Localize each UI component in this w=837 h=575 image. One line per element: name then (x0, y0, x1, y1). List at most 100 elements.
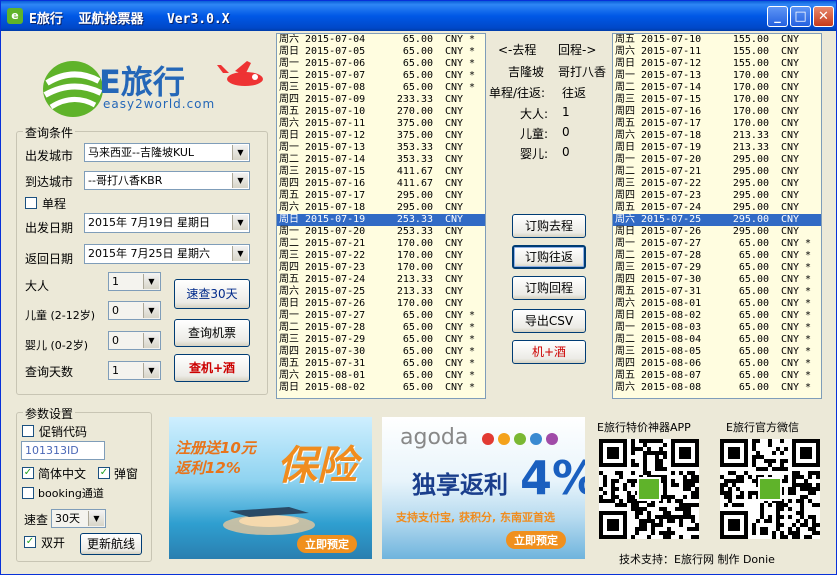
flight-row[interactable]: 周二 2015-07-07 65.00 CNY * (277, 70, 485, 82)
booking-channel-checkbox[interactable] (22, 487, 34, 499)
flight-row[interactable]: 周五 2015-07-24 295.00 CNY (613, 202, 821, 214)
flight-row[interactable]: 周六 2015-07-11 155.00 CNY (613, 46, 821, 58)
export-csv-button[interactable]: 导出CSV (512, 309, 586, 333)
chevron-down-icon[interactable]: ▼ (88, 511, 104, 526)
depart-date-picker[interactable]: 2015年 7月19日 星期日 ▼ (84, 213, 250, 233)
flight-row[interactable]: 周四 2015-07-16 170.00 CNY (613, 106, 821, 118)
insurance-book-now-button[interactable]: 立即预定 (297, 535, 357, 553)
flight-row[interactable]: 周一 2015-07-13 353.33 CNY (277, 142, 485, 154)
flight-row[interactable]: 周六 2015-07-11 375.00 CNY (277, 118, 485, 130)
flight-row[interactable]: 周日 2015-07-19 213.33 CNY (613, 142, 821, 154)
flight-row[interactable]: 周五 2015-07-10 155.00 CNY (613, 34, 821, 46)
flight-row[interactable]: 周三 2015-07-22 170.00 CNY (277, 250, 485, 262)
close-button[interactable]: ✕ (813, 6, 834, 27)
book-return-button[interactable]: 订购回程 (512, 276, 586, 300)
to-city-select[interactable]: --哥打八香KBR ▼ (84, 171, 250, 190)
calendar-dropdown-icon[interactable]: ▼ (232, 246, 248, 261)
flight-row[interactable]: 周日 2015-08-02 65.00 CNY * (277, 382, 485, 394)
agoda-book-now-button[interactable]: 立即预定 (506, 531, 566, 549)
chevron-down-icon[interactable]: ▼ (232, 145, 248, 160)
agoda-ad-banner[interactable]: agoda 独享返利 4% 支持支付宝, 获积分, 东南亚首选 立即预定 (382, 417, 585, 559)
flight-row[interactable]: 周三 2015-07-15 411.67 CNY (277, 166, 485, 178)
flight-row[interactable]: 周五 2015-07-31 65.00 CNY * (277, 358, 485, 370)
flight-row[interactable]: 周一 2015-07-27 65.00 CNY * (613, 238, 821, 250)
chevron-down-icon[interactable]: ▼ (232, 173, 248, 188)
flight-row[interactable]: 周一 2015-07-27 65.00 CNY * (277, 310, 485, 322)
flight-row[interactable]: 周五 2015-07-31 65.00 CNY * (613, 286, 821, 298)
return-date-picker[interactable]: 2015年 7月25日 星期六 ▼ (84, 244, 250, 264)
chevron-down-icon[interactable]: ▼ (143, 303, 159, 318)
inbound-flight-list[interactable]: 周五 2015-07-10 155.00 CNY 周六 2015-07-11 155.00 C… (612, 33, 822, 399)
flight-row[interactable]: 周二 2015-07-28 65.00 CNY * (613, 250, 821, 262)
flight-row[interactable]: 周二 2015-07-21 170.00 CNY (277, 238, 485, 250)
flight-row[interactable]: 周六 2015-08-01 65.00 CNY * (277, 370, 485, 382)
flight-row[interactable]: 周六 2015-07-25 213.33 CNY (277, 286, 485, 298)
flight-row[interactable]: 周日 2015-07-12 375.00 CNY (277, 130, 485, 142)
flight-row[interactable]: 周四 2015-07-30 65.00 CNY * (277, 346, 485, 358)
flight-row[interactable]: 周二 2015-07-21 295.00 CNY (613, 166, 821, 178)
flight-row[interactable]: 周五 2015-07-10 270.00 CNY (277, 106, 485, 118)
flight-row[interactable]: 周三 2015-07-29 65.00 CNY * (613, 262, 821, 274)
flight-row[interactable]: 周三 2015-07-22 295.00 CNY (613, 178, 821, 190)
flight-row[interactable]: 周二 2015-08-04 65.00 CNY * (613, 334, 821, 346)
outbound-flight-list[interactable]: 周六 2015-07-04 65.00 CNY * 周日 2015-07-05 65.00 CN… (276, 33, 486, 399)
query-flights-button[interactable]: 查询机票 (174, 319, 250, 347)
flight-row[interactable]: 周日 2015-08-02 65.00 CNY * (613, 310, 821, 322)
maximize-button[interactable]: □ (790, 6, 811, 27)
flight-row[interactable]: 周五 2015-07-17 295.00 CNY (277, 190, 485, 202)
promo-code-checkbox[interactable] (22, 425, 34, 437)
flight-row[interactable]: 周四 2015-07-09 233.33 CNY (277, 94, 485, 106)
chevron-down-icon[interactable]: ▼ (143, 333, 159, 348)
adult-select[interactable]: 1 ▼ (108, 272, 161, 291)
days-select[interactable]: 1 ▼ (108, 361, 161, 380)
flight-row[interactable]: 周一 2015-07-20 295.00 CNY (613, 154, 821, 166)
flight-row[interactable]: 周日 2015-07-26 170.00 CNY (277, 298, 485, 310)
flight-row[interactable]: 周一 2015-07-13 170.00 CNY (613, 70, 821, 82)
title-bar[interactable]: e E旅行 亚航抢票器 Ver3.0.X _ □ ✕ (1, 1, 836, 31)
flight-row[interactable]: 周二 2015-07-28 65.00 CNY * (277, 322, 485, 334)
flight-row[interactable]: 周四 2015-08-06 65.00 CNY * (613, 358, 821, 370)
flight-row[interactable]: 周二 2015-07-14 170.00 CNY (613, 82, 821, 94)
flight-row[interactable]: 周五 2015-07-24 213.33 CNY (277, 274, 485, 286)
insurance-ad-banner[interactable]: 注册送10元 返利12% 保险 立即预定 (169, 417, 372, 559)
minimize-button[interactable]: _ (767, 6, 788, 27)
oneway-checkbox[interactable] (25, 197, 37, 209)
flight-hotel-combo-button[interactable]: 机+酒 (512, 340, 586, 364)
flight-row[interactable]: 周三 2015-07-29 65.00 CNY * (277, 334, 485, 346)
book-roundtrip-button[interactable]: 订购往返 (512, 245, 586, 269)
speed-select[interactable]: 30天 ▼ (51, 509, 106, 528)
flight-row[interactable]: 周五 2015-07-17 170.00 CNY (613, 118, 821, 130)
update-routes-button[interactable]: 更新航线 (80, 533, 142, 555)
flight-hotel-button[interactable]: 查机+酒 (174, 354, 250, 382)
flight-row[interactable]: 周四 2015-07-23 295.00 CNY (613, 190, 821, 202)
flight-row[interactable]: 周六 2015-07-18 295.00 CNY (277, 202, 485, 214)
flight-row[interactable]: 周一 2015-08-03 65.00 CNY * (613, 322, 821, 334)
flight-row[interactable]: 周一 2015-07-06 65.00 CNY * (277, 58, 485, 70)
flight-row[interactable]: 周六 2015-07-18 213.33 CNY (613, 130, 821, 142)
flight-row[interactable]: 周六 2015-08-08 65.00 CNY * (613, 382, 821, 394)
flight-row[interactable]: 周四 2015-07-16 411.67 CNY (277, 178, 485, 190)
flight-row[interactable]: 周三 2015-07-15 170.00 CNY (613, 94, 821, 106)
chevron-down-icon[interactable]: ▼ (143, 363, 159, 378)
popup-checkbox[interactable]: ✓ (98, 467, 110, 479)
chevron-down-icon[interactable]: ▼ (143, 274, 159, 289)
flight-row[interactable]: 周四 2015-07-23 170.00 CNY (277, 262, 485, 274)
flight-row[interactable]: 周日 2015-07-05 65.00 CNY * (277, 46, 485, 58)
flight-row[interactable]: 周五 2015-08-07 65.00 CNY * (613, 370, 821, 382)
simplified-chinese-checkbox[interactable]: ✓ (22, 467, 34, 479)
flight-row[interactable]: 周二 2015-07-14 353.33 CNY (277, 154, 485, 166)
flight-row[interactable]: 周三 2015-08-05 65.00 CNY * (613, 346, 821, 358)
from-city-select[interactable]: 马来西亚--吉隆坡KUL ▼ (84, 143, 250, 162)
promo-code-input[interactable]: 101313ID (21, 441, 105, 460)
flight-row[interactable]: 周日 2015-07-19 253.33 CNY (277, 214, 485, 226)
flight-row[interactable]: 周六 2015-07-04 65.00 CNY * (277, 34, 485, 46)
calendar-dropdown-icon[interactable]: ▼ (232, 215, 248, 230)
flight-row[interactable]: 周一 2015-07-20 253.33 CNY (277, 226, 485, 238)
flight-row[interactable]: 周三 2015-07-08 65.00 CNY * (277, 82, 485, 94)
book-outbound-button[interactable]: 订购去程 (512, 214, 586, 238)
dual-open-checkbox[interactable]: ✓ (24, 536, 36, 548)
child-select[interactable]: 0 ▼ (108, 301, 161, 320)
flight-row[interactable]: 周日 2015-07-26 295.00 CNY (613, 226, 821, 238)
flight-row[interactable]: 周日 2015-07-12 155.00 CNY (613, 58, 821, 70)
flight-row[interactable]: 周六 2015-07-25 295.00 CNY (613, 214, 821, 226)
